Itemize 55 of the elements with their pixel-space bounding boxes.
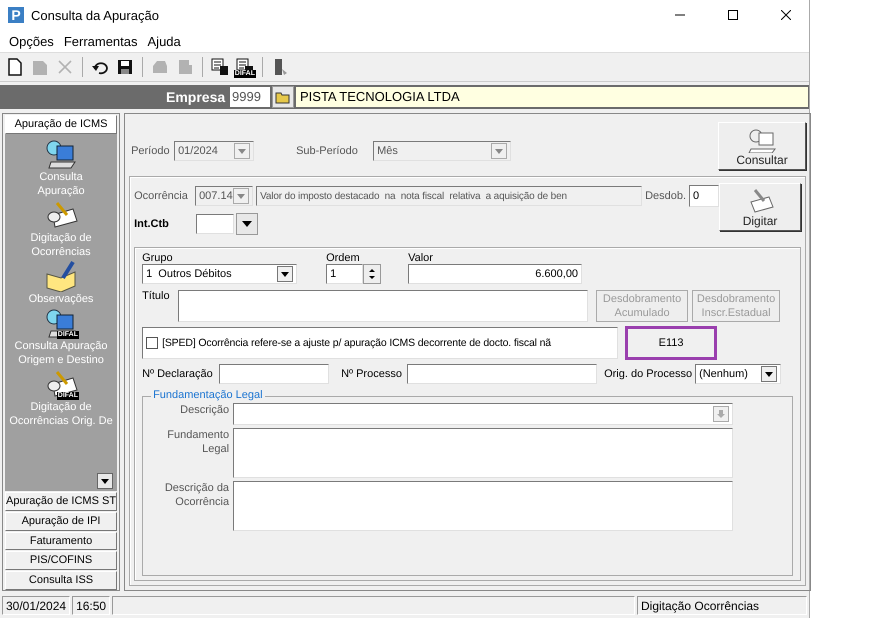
sped-checkbox[interactable] bbox=[146, 337, 158, 349]
menu-item[interactable]: Ajuda bbox=[142, 34, 186, 48]
process-number-field[interactable] bbox=[407, 364, 598, 384]
sped-checkbox-label: [SPED] Ocorrência refere-se a ajuste p/ apuração ICMS decorrente de docto. fiscal nã bbox=[162, 337, 551, 349]
company-label: Empresa bbox=[166, 89, 226, 105]
value-field[interactable]: 6.600,00 bbox=[408, 264, 582, 284]
text-area[interactable] bbox=[233, 428, 734, 478]
sidebar-section[interactable]: Apuração de ICMS ST bbox=[5, 492, 118, 511]
menu-item[interactable]: Opções bbox=[4, 34, 59, 48]
sidebar-section[interactable]: Consulta ISS bbox=[5, 571, 118, 590]
sidebar-section[interactable]: PIS/COFINS bbox=[5, 551, 118, 570]
period-label: Período bbox=[131, 145, 171, 157]
company-code-field[interactable]: 9999 bbox=[230, 87, 270, 107]
field-label: Descrição da Ocorrência bbox=[164, 481, 230, 510]
sidebar-section[interactable]: Faturamento bbox=[5, 532, 118, 550]
status-message: Digitação Ocorrências bbox=[637, 596, 807, 615]
menu-item[interactable]: Ferramentas bbox=[58, 34, 143, 48]
process-origin-dropdown[interactable]: (Nenhum) bbox=[695, 364, 782, 384]
status-time: 16:50 bbox=[72, 596, 110, 615]
group-dropdown[interactable]: 1 Outros Débitos bbox=[142, 264, 298, 284]
code-box: E113 bbox=[625, 326, 718, 360]
status-date: 30/01/2024 bbox=[2, 596, 70, 615]
sidebar-section[interactable]: Apuração de ICMS bbox=[5, 115, 118, 134]
int-ctb-field[interactable] bbox=[196, 214, 234, 234]
declaration-number-label: Nº Declaração bbox=[142, 368, 214, 380]
group-label: Grupo bbox=[142, 252, 174, 264]
folder-icon[interactable] bbox=[272, 86, 294, 108]
field-label: Descrição bbox=[179, 403, 230, 418]
occurrence-description-field: Valor do imposto destacado na nota fiscal relativa a aquisição de ben bbox=[256, 186, 642, 206]
description-dropdown[interactable] bbox=[233, 403, 734, 425]
scroll-down-icon[interactable] bbox=[97, 472, 114, 489]
sidebar-section[interactable]: Apuração de IPI bbox=[5, 512, 118, 531]
app-logo: P bbox=[8, 7, 24, 23]
process-origin-label: Orig. do Processo bbox=[604, 368, 694, 380]
report-icon[interactable] bbox=[209, 56, 231, 78]
window-title: Consulta da Apuração bbox=[31, 8, 160, 22]
split-field[interactable]: 0 bbox=[689, 185, 720, 207]
occurrence-label: Ocorrência bbox=[134, 190, 189, 202]
legal-basis-title: Fundamentação Legal bbox=[151, 389, 265, 401]
field-label: Fundamento Legal bbox=[166, 428, 230, 457]
consult-button[interactable]: Consultar bbox=[718, 122, 806, 170]
process-number-label: Nº Processo bbox=[341, 368, 403, 380]
company-name-field[interactable]: PISTA TECNOLOGIA LTDA bbox=[296, 87, 808, 107]
order-label: Ordem bbox=[326, 252, 361, 264]
split-label: Desdob. bbox=[645, 190, 686, 202]
spinner-icon[interactable] bbox=[363, 264, 382, 284]
title-label: Título bbox=[142, 290, 171, 302]
declaration-number-field[interactable] bbox=[219, 364, 330, 384]
value-label: Valor bbox=[408, 252, 434, 264]
title-field[interactable] bbox=[178, 290, 588, 322]
type-button[interactable]: Digitar bbox=[719, 183, 802, 231]
int-ctb-label: Int.Ctb bbox=[134, 218, 170, 230]
order-field[interactable]: 1 bbox=[326, 264, 364, 284]
text-area[interactable] bbox=[233, 481, 734, 531]
sub-period-label: Sub-Período bbox=[296, 145, 359, 157]
